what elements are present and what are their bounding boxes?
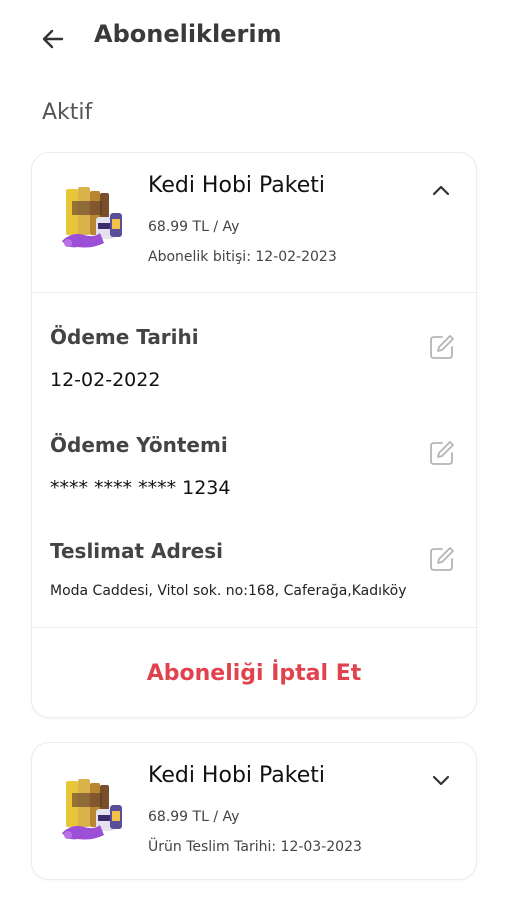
payment-method-label: Ödeme Yöntemi xyxy=(50,433,228,457)
delivery-date: Ürün Teslim Tarihi: 12-03-2023 xyxy=(148,839,362,855)
page-title: Aboneliklerim xyxy=(94,20,282,48)
subscription-end-date: Abonelik bitişi: 12-02-2023 xyxy=(148,249,337,265)
expand-button[interactable] xyxy=(428,767,454,793)
payment-date-label: Ödeme Tarihi xyxy=(50,325,199,349)
product-name: Kedi Hobi Paketi xyxy=(148,173,325,198)
arrow-left-icon xyxy=(42,29,64,49)
subscription-card[interactable]: Kedi Hobi Paketi 68.99 TL / Ay Ürün Tesl… xyxy=(31,742,477,880)
divider xyxy=(32,292,476,293)
chevron-up-icon xyxy=(432,185,450,196)
edit-payment-date-button[interactable] xyxy=(426,331,458,363)
payment-method-value: **** **** **** 1234 xyxy=(50,477,231,499)
payment-date-value: 12-02-2022 xyxy=(50,369,161,391)
chevron-down-icon xyxy=(432,775,450,786)
product-price: 68.99 TL / Ay xyxy=(148,809,240,825)
edit-icon xyxy=(430,547,454,571)
product-image xyxy=(54,183,132,263)
subscription-card: Kedi Hobi Paketi 68.99 TL / Ay Abonelik … xyxy=(31,152,477,718)
cancel-subscription-button[interactable]: Aboneliği İptal Et xyxy=(32,629,476,717)
delivery-address-label: Teslimat Adresi xyxy=(50,539,224,563)
back-button[interactable] xyxy=(36,22,70,56)
product-name: Kedi Hobi Paketi xyxy=(148,763,325,788)
edit-icon xyxy=(430,441,454,465)
divider xyxy=(32,627,476,628)
collapse-button[interactable] xyxy=(428,177,454,203)
product-price: 68.99 TL / Ay xyxy=(148,219,240,235)
edit-icon xyxy=(430,335,454,359)
subscription-card-header[interactable]: Kedi Hobi Paketi 68.99 TL / Ay Abonelik … xyxy=(32,153,476,293)
section-label-active: Aktif xyxy=(42,100,93,125)
edit-delivery-address-button[interactable] xyxy=(426,543,458,575)
product-image xyxy=(54,775,132,855)
delivery-address-value: Moda Caddesi, Vitol sok. no:168, Caferağ… xyxy=(50,583,407,599)
app-header: Aboneliklerim xyxy=(0,0,507,76)
edit-payment-method-button[interactable] xyxy=(426,437,458,469)
